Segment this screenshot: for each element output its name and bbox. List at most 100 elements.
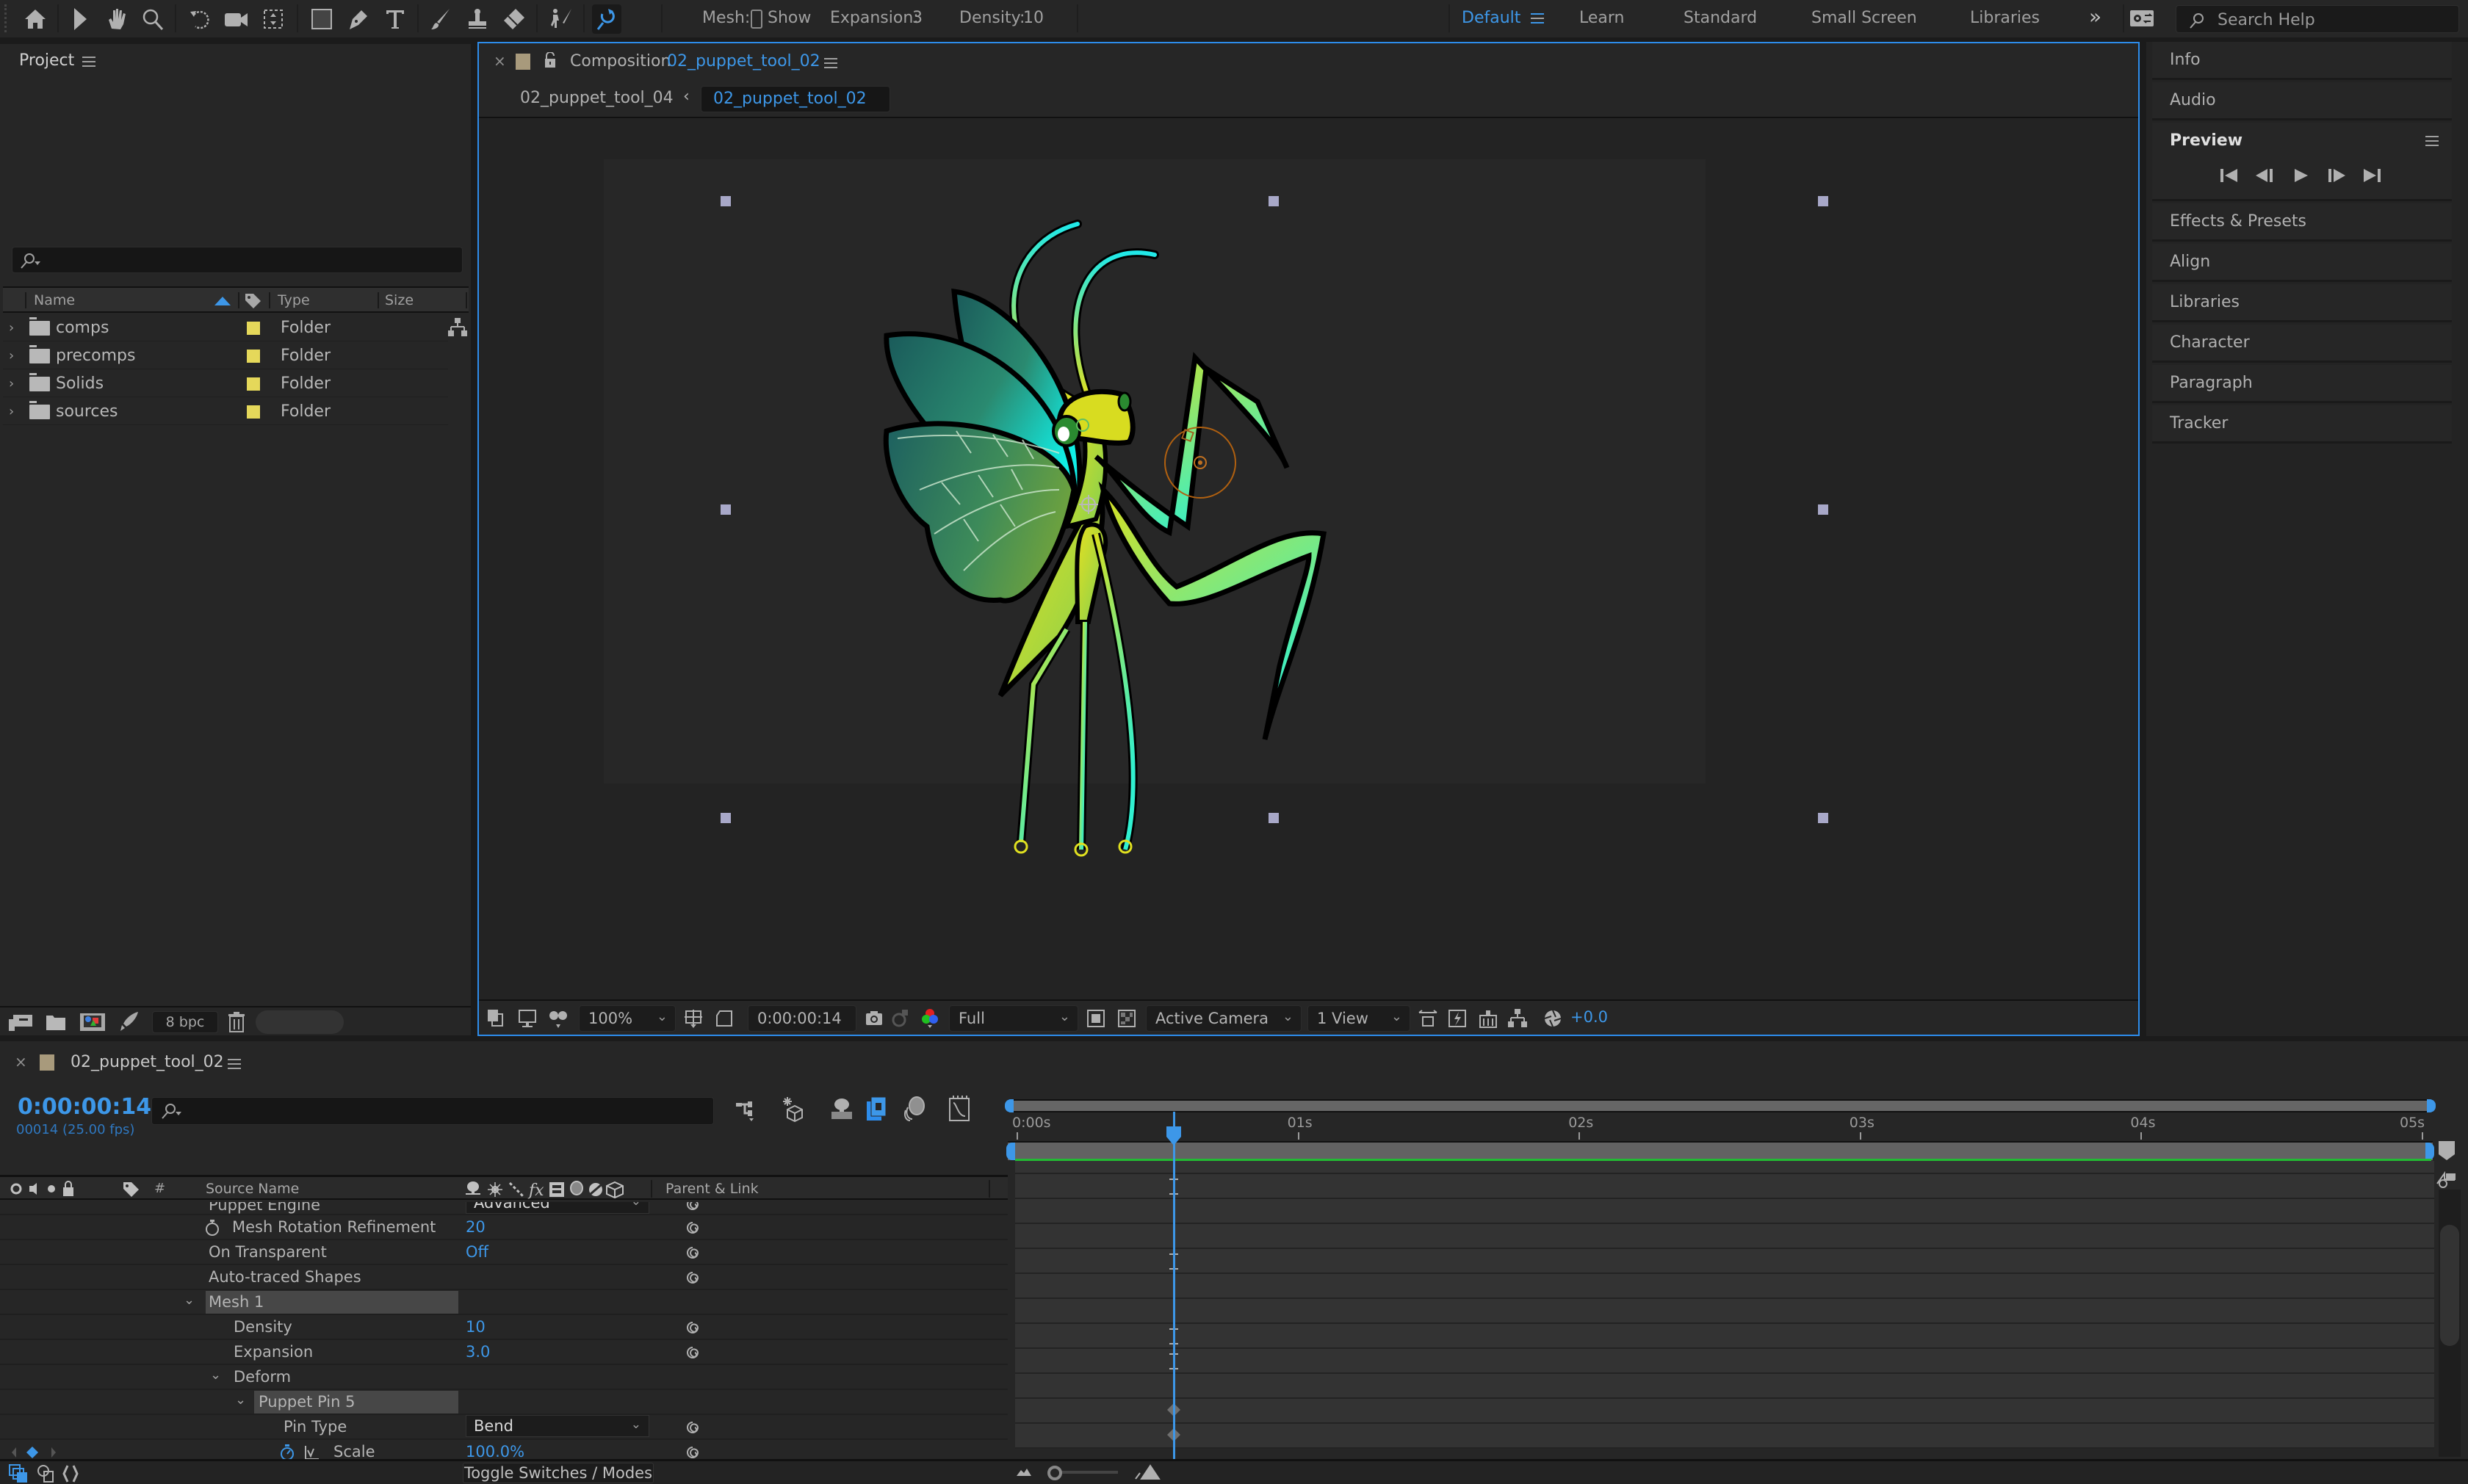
- expand-chevron-icon[interactable]: ›: [9, 376, 14, 391]
- project-search-input[interactable]: [12, 247, 463, 273]
- rotation-tool-button[interactable]: [185, 4, 214, 34]
- property-value[interactable]: Off: [466, 1243, 488, 1261]
- time-navigator-bar[interactable]: [1005, 1099, 2436, 1112]
- property-row-pin-type[interactable]: Pin Type Bend ⌄: [0, 1415, 1008, 1440]
- snapshot-camera-icon[interactable]: [864, 1008, 884, 1029]
- project-item[interactable]: › precomps Folder: [3, 342, 448, 369]
- label-color-swatch[interactable]: [247, 405, 260, 419]
- hide-shy-layers-icon[interactable]: [830, 1097, 854, 1121]
- expand-chevron-icon[interactable]: ›: [9, 348, 14, 363]
- workspace-standard[interactable]: Standard: [1684, 9, 1757, 27]
- expand-chevron-icon[interactable]: ⌄: [184, 1292, 195, 1308]
- timeline-graph-area[interactable]: 0:00s 01s 02s 03s 04s 05s: [1005, 1082, 2468, 1459]
- property-value[interactable]: 100.0%: [466, 1443, 524, 1461]
- timeline-track[interactable]: [1015, 1324, 2434, 1349]
- type-column-header[interactable]: Type: [278, 292, 310, 308]
- always-preview-icon[interactable]: [486, 1008, 507, 1029]
- comp-button-icon[interactable]: [2436, 1169, 2456, 1188]
- character-panel[interactable]: Character: [2152, 325, 2452, 363]
- project-horizontal-scrollbar[interactable]: [256, 1010, 344, 1034]
- new-folder-icon[interactable]: [46, 1013, 66, 1031]
- libraries-panel[interactable]: Libraries: [2152, 284, 2452, 322]
- timeline-zoom-slider[interactable]: [1047, 1464, 1118, 1482]
- graph-editor-icon[interactable]: [948, 1094, 971, 1122]
- property-row-density[interactable]: Density 10: [0, 1315, 1008, 1340]
- exposure-value[interactable]: +0.0: [1570, 1008, 1608, 1026]
- toggle-switches-modes-button[interactable]: Toggle Switches / Modes: [463, 1463, 654, 1483]
- pen-tool-button[interactable]: [344, 4, 373, 34]
- flowchart-icon[interactable]: [1507, 1008, 1528, 1029]
- first-frame-icon[interactable]: [2220, 168, 2239, 183]
- interpret-footage-icon[interactable]: [7, 1012, 34, 1032]
- fast-draft-icon[interactable]: [1447, 1008, 1468, 1029]
- workspace-default[interactable]: Default: [1462, 9, 1520, 27]
- size-column-header[interactable]: Size: [385, 292, 414, 308]
- view-layout-dropdown[interactable]: 1 View ⌄: [1307, 1005, 1410, 1032]
- puppet-tool-button[interactable]: [592, 4, 621, 34]
- layer-switches-pane-icon[interactable]: [9, 1464, 28, 1483]
- roto-brush-tool-button[interactable]: [546, 4, 576, 34]
- property-row-mesh-rotation-refinement[interactable]: Mesh Rotation Refinement 20: [0, 1215, 1008, 1240]
- workspace-learn[interactable]: Learn: [1579, 9, 1625, 27]
- graph-icon[interactable]: [304, 1444, 320, 1461]
- timeline-track[interactable]: [1015, 1399, 2434, 1424]
- property-value[interactable]: 3.0: [466, 1343, 490, 1361]
- zoom-tool-button[interactable]: [138, 4, 167, 34]
- name-column-header[interactable]: Name: [34, 292, 75, 308]
- expansion-value[interactable]: 3: [912, 9, 923, 27]
- expression-pickwhip-icon[interactable]: [685, 1344, 701, 1361]
- expand-chevron-icon[interactable]: ⌄: [235, 1392, 246, 1408]
- zoom-slider-handle[interactable]: [1047, 1466, 1062, 1480]
- timeline-link-icon[interactable]: [1478, 1008, 1498, 1029]
- camera-view-dropdown[interactable]: Active Camera ⌄: [1146, 1005, 1302, 1032]
- expression-pickwhip-icon[interactable]: [685, 1320, 701, 1336]
- comp-label-color[interactable]: [40, 1054, 54, 1071]
- workspace-overflow-icon[interactable]: »: [2089, 4, 2101, 29]
- current-time-indicator[interactable]: [1166, 1126, 1182, 1145]
- breadcrumb-parent-comp[interactable]: 02_puppet_tool_04: [520, 89, 674, 107]
- timeline-vertical-scrollbar[interactable]: [2439, 1190, 2461, 1457]
- project-item[interactable]: › sources Folder: [3, 398, 448, 425]
- audio-panel[interactable]: Audio: [2152, 82, 2452, 120]
- selection-tool-button[interactable]: [66, 4, 95, 34]
- project-item[interactable]: › Solids Folder: [3, 370, 448, 397]
- project-bit-depth-button[interactable]: 8 bpc: [152, 1011, 218, 1033]
- composition-tab-name[interactable]: 02_puppet_tool_02: [667, 52, 820, 70]
- layer-handle-middle-left[interactable]: [721, 504, 731, 515]
- property-row-auto-traced-shapes[interactable]: Auto-traced Shapes: [0, 1265, 1008, 1290]
- fast-previews-icon[interactable]: [1086, 1008, 1106, 1029]
- property-value[interactable]: 10: [466, 1318, 486, 1336]
- property-row-puppet-pin-5[interactable]: ⌄ Puppet Pin 5: [0, 1390, 1008, 1415]
- label-color-swatch[interactable]: [247, 322, 260, 335]
- label-color-swatch[interactable]: [247, 377, 260, 391]
- show-snapshot-icon[interactable]: [890, 1008, 911, 1029]
- parent-link-header[interactable]: Parent & Link: [665, 1181, 759, 1197]
- breadcrumb-current-comp[interactable]: 02_puppet_tool_02: [701, 86, 890, 112]
- last-frame-icon[interactable]: [2362, 168, 2381, 183]
- time-navigator-start-handle[interactable]: [1005, 1099, 1014, 1112]
- scrollbar-thumb[interactable]: [2440, 1225, 2459, 1346]
- camera-tool-button[interactable]: [222, 4, 251, 34]
- timeline-track[interactable]: [1015, 1199, 2434, 1224]
- comp-marker-bin-icon[interactable]: [2437, 1140, 2456, 1162]
- layer-handle-top-left[interactable]: [721, 196, 731, 206]
- current-time[interactable]: 0:00:00:14: [18, 1094, 151, 1120]
- preview-panel-menu-icon[interactable]: [2425, 136, 2439, 146]
- toggle-pixel-aspect-icon[interactable]: [1418, 1008, 1438, 1029]
- resolution-dropdown[interactable]: Full ⌄: [949, 1005, 1078, 1032]
- brush-tool-button[interactable]: [426, 4, 455, 34]
- new-composition-icon[interactable]: [79, 1012, 106, 1032]
- expand-chevron-icon[interactable]: ›: [9, 320, 14, 336]
- type-tool-button[interactable]: [380, 4, 410, 34]
- expression-pickwhip-icon[interactable]: [685, 1220, 701, 1236]
- paragraph-panel[interactable]: Paragraph: [2152, 365, 2452, 403]
- timeline-search-input[interactable]: [151, 1097, 714, 1125]
- info-panel[interactable]: Info: [2152, 42, 2452, 80]
- eraser-tool-button[interactable]: [499, 4, 529, 34]
- layer-handle-bottom-right[interactable]: [1818, 813, 1828, 823]
- timeline-track[interactable]: [1015, 1224, 2434, 1249]
- transparency-grid-icon[interactable]: [1116, 1008, 1137, 1029]
- layer-handle-middle-right[interactable]: [1818, 504, 1828, 515]
- sort-ascending-icon[interactable]: [214, 295, 231, 305]
- tracker-panel[interactable]: Tracker: [2152, 405, 2452, 444]
